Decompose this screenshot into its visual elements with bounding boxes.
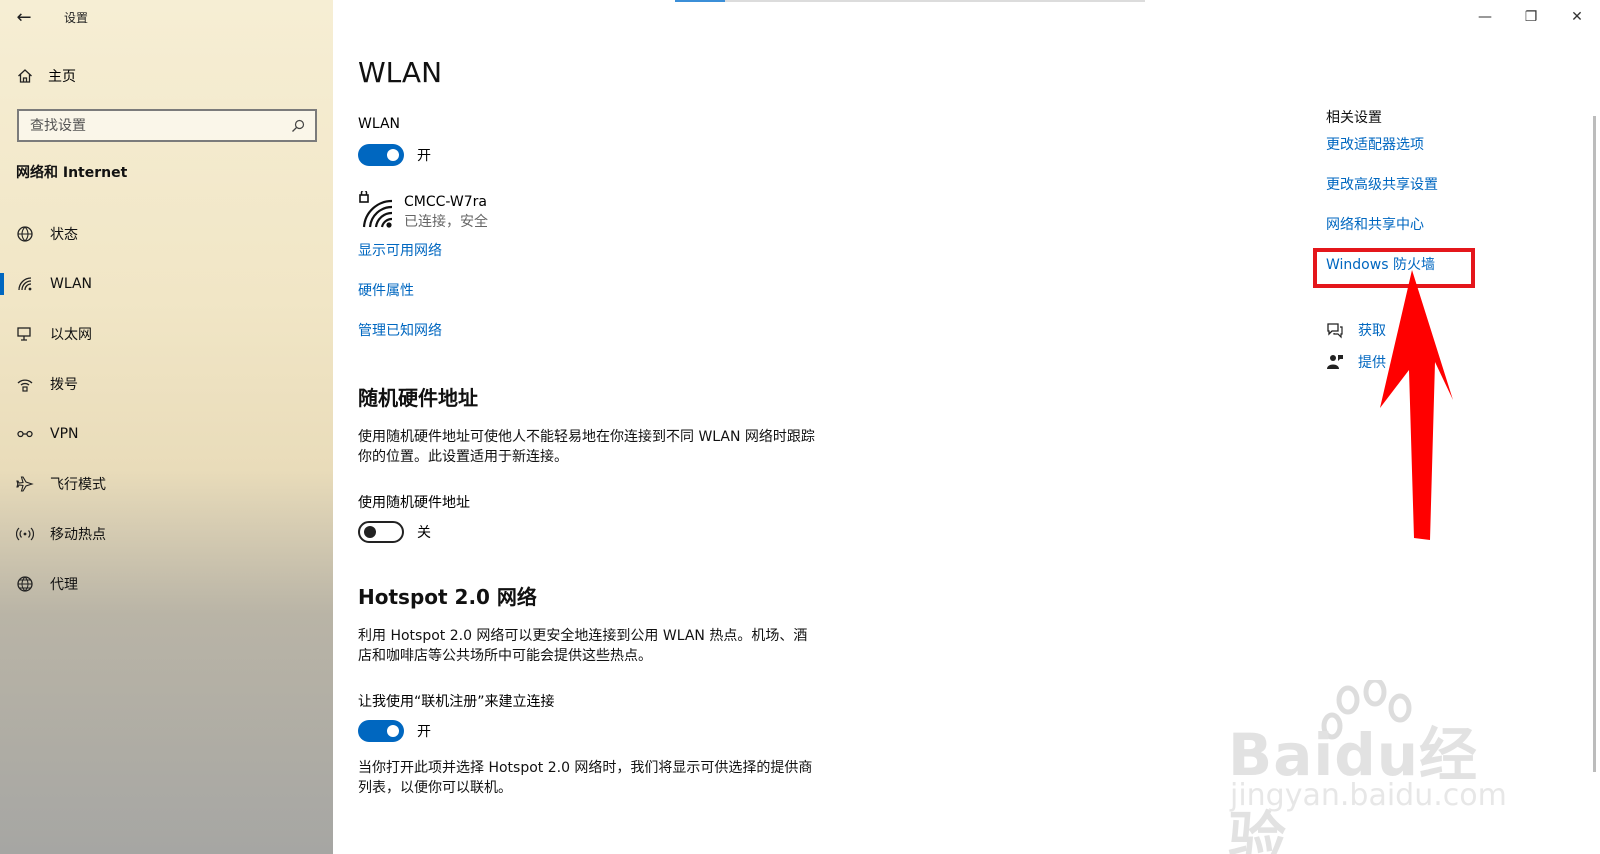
- dialup-icon: [16, 375, 34, 393]
- sidebar-home-label: 主页: [48, 69, 76, 85]
- sidebar: ← 设置 主页 网络和 Internet 状态 WLAN: [0, 0, 333, 854]
- sidebar-section-title: 网络和 Internet: [16, 165, 128, 181]
- sidebar-item-dialup[interactable]: 拨号: [0, 359, 333, 409]
- sidebar-item-wlan[interactable]: WLAN: [0, 259, 333, 309]
- hotspot-footer: 当你打开此项并选择 Hotspot 2.0 网络时，我们将显示可供选择的提供商列…: [358, 760, 813, 796]
- hotspot-toggle-row: 开: [358, 720, 431, 742]
- hotspot-toggle[interactable]: [358, 720, 404, 742]
- manage-known-networks-link[interactable]: 管理已知网络: [358, 320, 442, 340]
- search-icon[interactable]: [289, 117, 307, 135]
- sidebar-item-hotspot[interactable]: 移动热点: [0, 509, 333, 559]
- sidebar-item-airplane[interactable]: 飞行模式: [0, 459, 333, 509]
- random-hw-description: 使用随机硬件地址可使他人不能轻易地在你连接到不同 WLAN 网络时跟踪你的位置。…: [358, 429, 815, 465]
- network-status: 已连接，安全: [404, 214, 488, 230]
- secure-wifi-icon: [358, 189, 394, 233]
- hotspot-toggle-state: 开: [417, 724, 431, 740]
- hotspot-toggle-label: 让我使用“联机注册”来建立连接: [358, 694, 555, 710]
- ethernet-icon: [16, 325, 34, 343]
- title-bar: ← 设置: [0, 0, 333, 34]
- random-hw-toggle[interactable]: [358, 521, 404, 543]
- sidebar-item-label: VPN: [50, 426, 79, 442]
- sidebar-item-status[interactable]: 状态: [0, 209, 333, 259]
- app-title: 设置: [64, 10, 89, 25]
- home-icon: [16, 67, 34, 85]
- sidebar-item-ethernet[interactable]: 以太网: [0, 309, 333, 359]
- random-hw-toggle-state: 关: [417, 525, 431, 541]
- sidebar-item-label: 状态: [50, 227, 78, 243]
- hardware-properties-link[interactable]: 硬件属性: [358, 280, 414, 300]
- sidebar-item-proxy[interactable]: 代理: [0, 559, 333, 609]
- get-help-link[interactable]: 获取: [1326, 320, 1386, 340]
- sidebar-item-label: WLAN: [50, 276, 93, 292]
- random-hw-toggle-row: 关: [358, 521, 431, 543]
- network-name: CMCC-W7ra: [404, 194, 487, 210]
- wlan-toggle[interactable]: [358, 144, 404, 166]
- sidebar-item-vpn[interactable]: VPN: [0, 409, 333, 459]
- hotspot-icon: [16, 525, 34, 543]
- hotspot-description: 利用 Hotspot 2.0 网络可以更安全地连接到公用 WLAN 热点。机场、…: [358, 628, 808, 664]
- sidebar-nav: 状态 WLAN 以太网 拨号 VPN 飞行模式 移动热点 代理: [0, 209, 333, 609]
- wlan-toggle-state: 开: [417, 148, 431, 164]
- scrollbar[interactable]: [1593, 116, 1596, 772]
- help-chat-icon: [1326, 321, 1344, 339]
- watermark: Baidu经验 jingyan.baidu.com: [1228, 680, 1518, 854]
- back-button[interactable]: ←: [0, 0, 48, 34]
- sidebar-item-label: 以太网: [50, 327, 92, 343]
- feedback-icon: [1326, 353, 1344, 371]
- watermark-url: jingyan.baidu.com: [1230, 778, 1507, 813]
- change-advanced-sharing-link[interactable]: 更改高级共享设置: [1326, 174, 1438, 194]
- wlan-toggle-row: 开: [358, 144, 431, 166]
- wlan-toggle-label: WLAN: [358, 116, 401, 132]
- search-input[interactable]: [30, 117, 289, 134]
- change-adapter-options-link[interactable]: 更改适配器选项: [1326, 134, 1424, 154]
- give-feedback-link[interactable]: 提供: [1326, 352, 1386, 372]
- vpn-icon: [16, 425, 34, 443]
- wifi-icon: [16, 275, 34, 293]
- hotspot-heading: Hotspot 2.0 网络: [358, 585, 537, 609]
- sidebar-item-label: 飞行模式: [50, 477, 106, 493]
- page-title: WLAN: [358, 56, 443, 89]
- annotation-arrow: [1380, 270, 1453, 540]
- show-available-networks-link[interactable]: 显示可用网络: [358, 240, 442, 260]
- sidebar-home[interactable]: 主页: [0, 58, 333, 94]
- sidebar-item-label: 代理: [50, 577, 78, 593]
- connected-network[interactable]: CMCC-W7ra 已连接，安全: [358, 189, 488, 233]
- main-content: WLAN WLAN 开 CMCC-W7ra 已连接，安全 显示可用网络 硬件属性…: [358, 0, 1258, 854]
- airplane-icon: [16, 475, 34, 493]
- related-settings-title: 相关设置: [1326, 110, 1382, 126]
- sidebar-item-label: 移动热点: [50, 527, 106, 543]
- sidebar-item-label: 拨号: [50, 377, 78, 393]
- search-box[interactable]: [17, 109, 317, 142]
- globe-icon: [16, 575, 34, 593]
- globe-status-icon: [16, 225, 34, 243]
- network-sharing-center-link[interactable]: 网络和共享中心: [1326, 214, 1424, 234]
- random-hw-heading: 随机硬件地址: [358, 386, 478, 410]
- random-hw-toggle-label: 使用随机硬件地址: [358, 495, 470, 511]
